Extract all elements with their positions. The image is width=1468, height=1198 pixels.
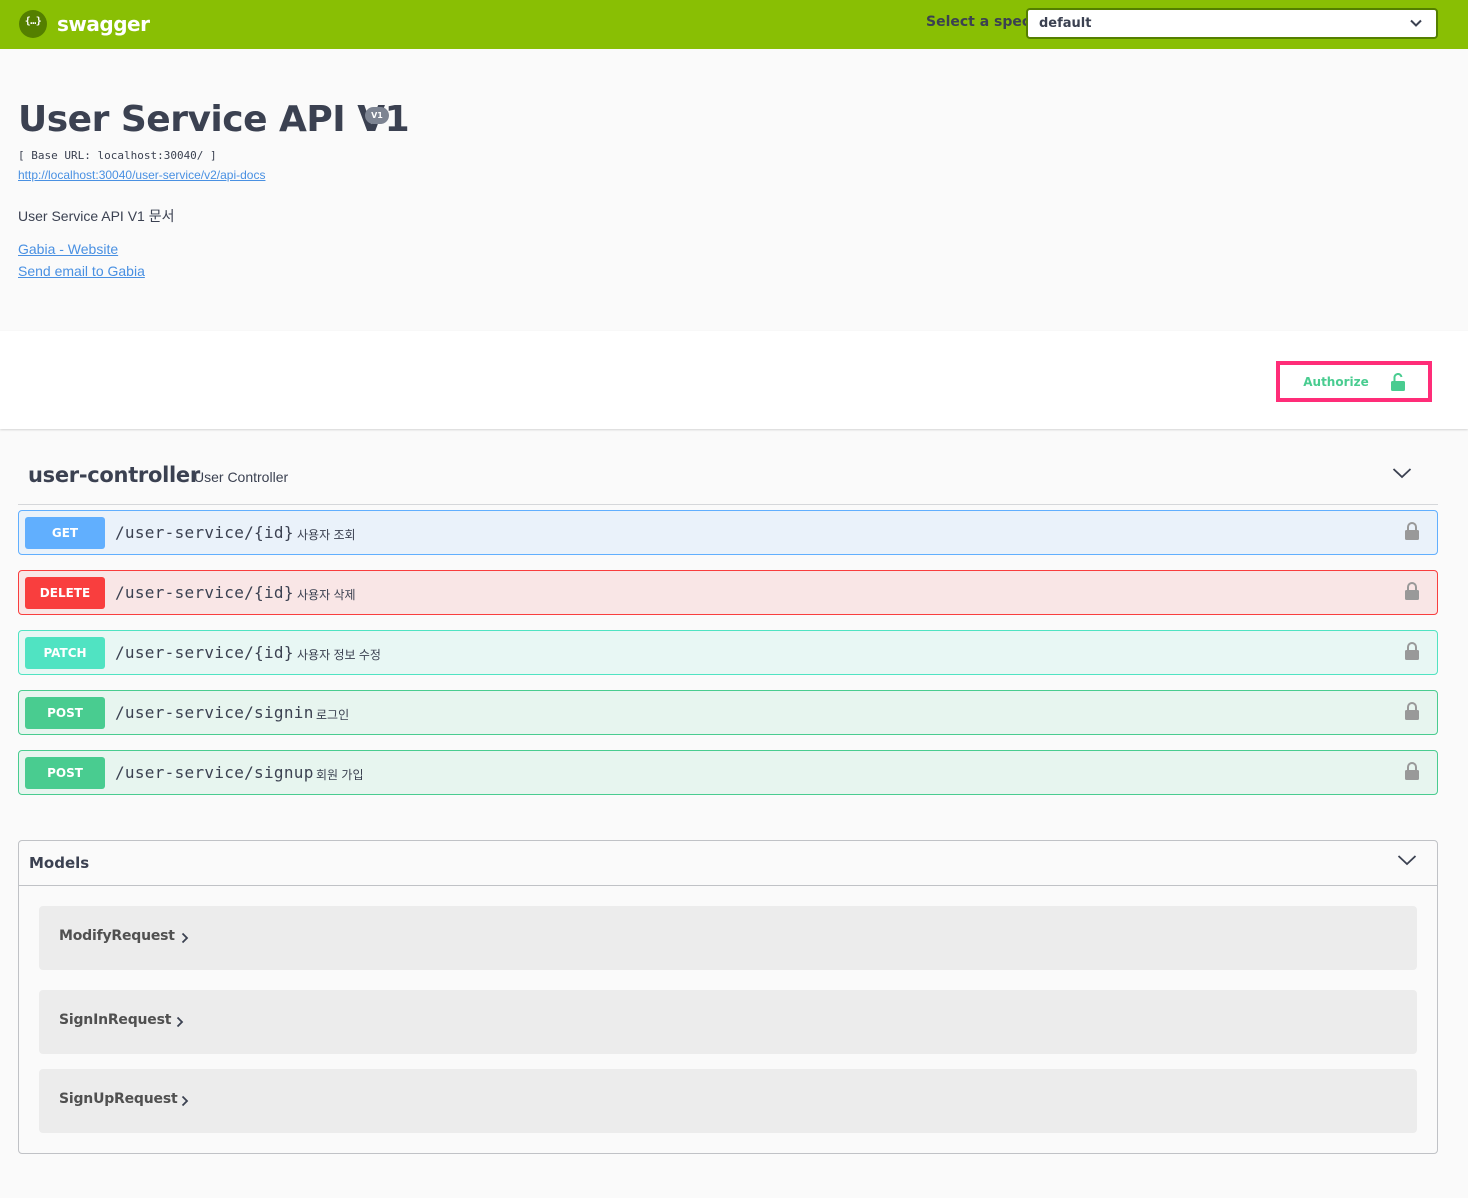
models-header[interactable]: Models (19, 841, 1437, 886)
api-description: User Service API V1 문서 (18, 208, 175, 224)
topbar: {…} swagger Select a spec default (0, 0, 1468, 49)
operation-summary: 회원 가입 (316, 768, 364, 782)
model-name: ModifyRequest (59, 928, 175, 944)
models-title: Models (29, 854, 90, 872)
method-badge: PATCH (25, 637, 105, 669)
select-spec-label: Select a spec (926, 14, 1031, 30)
operation-summary: 사용자 삭제 (297, 588, 356, 602)
operation-delete-user[interactable]: DELETE /user-service/{id} 사용자 삭제 (18, 570, 1438, 615)
operation-summary: 사용자 조회 (297, 528, 356, 542)
authorize-button[interactable]: Authorize (1283, 366, 1425, 397)
spec-select-value: default (1039, 16, 1092, 31)
chevron-down-icon (1410, 19, 1422, 27)
operation-path: /user-service/signup (115, 763, 314, 782)
chevron-down-icon[interactable] (1397, 853, 1417, 867)
logo-text: swagger (57, 12, 150, 36)
scheme-container (0, 331, 1468, 429)
operation-post-signin[interactable]: POST /user-service/signin 로그인 (18, 690, 1438, 735)
chevron-right-icon (181, 932, 189, 944)
lock-icon[interactable] (1405, 581, 1419, 601)
operation-patch-user[interactable]: PATCH /user-service/{id} 사용자 정보 수정 (18, 630, 1438, 675)
operation-summary: 사용자 정보 수정 (297, 648, 381, 662)
spec-select[interactable]: default (1026, 8, 1438, 39)
chevron-down-icon[interactable] (1392, 466, 1412, 480)
model-item[interactable]: ModifyRequest (39, 906, 1417, 970)
lock-icon[interactable] (1405, 641, 1419, 661)
contact-email-link[interactable]: Send email to Gabia (18, 263, 145, 279)
model-name: SignUpRequest (59, 1091, 178, 1107)
api-docs-link[interactable]: http://localhost:30040/user-service/v2/a… (18, 168, 265, 182)
method-badge: POST (25, 757, 105, 789)
base-url: [ Base URL: localhost:30040/ ] (18, 149, 217, 162)
authorize-label: Authorize (1303, 374, 1369, 389)
chevron-right-icon (181, 1095, 189, 1107)
chevron-right-icon (176, 1016, 184, 1028)
operation-post-signup[interactable]: POST /user-service/signup 회원 가입 (18, 750, 1438, 795)
operation-path: /user-service/signin (115, 703, 314, 722)
lock-icon[interactable] (1405, 761, 1419, 781)
operation-path: /user-service/{id} (115, 583, 294, 602)
tag-description: User Controller (194, 469, 289, 485)
swagger-logo-icon: {…} (19, 10, 47, 38)
operation-get-user[interactable]: GET /user-service/{id} 사용자 조회 (18, 510, 1438, 555)
lock-icon[interactable] (1405, 521, 1419, 541)
tag-header-user-controller[interactable]: user-controller User Controller (18, 456, 1438, 505)
unlock-icon (1390, 372, 1405, 391)
swagger-logo[interactable]: {…} swagger (19, 10, 150, 38)
model-item[interactable]: SignUpRequest (39, 1069, 1417, 1133)
model-name: SignInRequest (59, 1012, 172, 1028)
operation-path: /user-service/{id} (115, 523, 294, 542)
lock-icon[interactable] (1405, 701, 1419, 721)
contact-website-link[interactable]: Gabia - Website (18, 241, 118, 257)
api-title: User Service API V1 (18, 99, 410, 140)
version-badge: V1 (365, 107, 389, 124)
method-badge: GET (25, 517, 105, 549)
method-badge: DELETE (25, 577, 105, 609)
method-badge: POST (25, 697, 105, 729)
tag-name: user-controller (28, 463, 200, 487)
operation-path: /user-service/{id} (115, 643, 294, 662)
models-section: Models ModifyRequest SignInRequest SignU… (18, 840, 1438, 1154)
model-item[interactable]: SignInRequest (39, 990, 1417, 1054)
operation-summary: 로그인 (316, 708, 350, 722)
